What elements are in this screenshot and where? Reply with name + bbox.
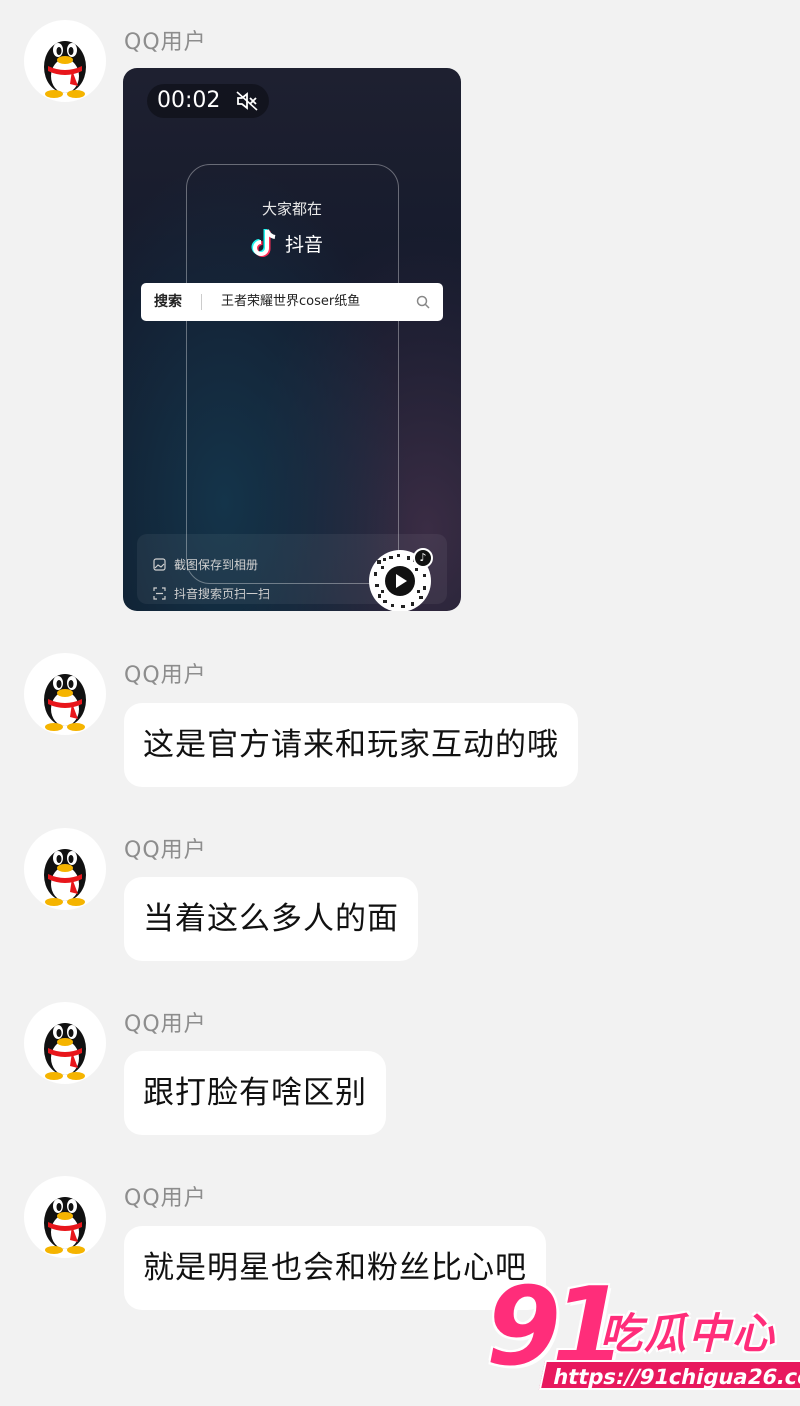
sender-name: QQ用户	[124, 1012, 207, 1037]
sender-name: QQ用户	[124, 838, 207, 863]
watermark-title: 吃瓜中心	[600, 1309, 777, 1358]
avatar[interactable]	[24, 828, 106, 910]
avatar[interactable]	[24, 1176, 106, 1258]
sender-name: QQ用户	[124, 1186, 207, 1211]
sender-name: QQ用户	[124, 663, 207, 688]
penguin-avatar-icon	[44, 674, 86, 731]
sender-name: QQ用户	[124, 30, 207, 55]
video-timer: 00:02	[147, 84, 269, 118]
message-bubble[interactable]: 这是官方请来和玩家互动的哦	[124, 703, 578, 787]
timer-text: 00:02	[157, 88, 221, 113]
douyin-name: 抖音	[285, 233, 324, 256]
hint-scan: 抖音搜索页扫一扫	[153, 585, 270, 602]
search-label: 搜索	[154, 294, 182, 310]
douyin-badge-icon: ♪	[413, 548, 433, 568]
message-bubble[interactable]: 当着这么多人的面	[124, 877, 418, 961]
search-divider	[201, 294, 202, 310]
watermark-url: https://91chigua26.com	[538, 1360, 800, 1390]
video-card[interactable]: 00:02 大家都在 抖音 搜索 王者荣耀世界coser纸鱼 截图保存到相册 抖…	[123, 68, 461, 611]
penguin-avatar-icon	[44, 41, 86, 98]
avatar[interactable]	[24, 1002, 106, 1084]
avatar[interactable]	[24, 20, 106, 102]
penguin-avatar-icon	[44, 1023, 86, 1080]
video-bottom-panel: 截图保存到相册 抖音搜索页扫一扫 ♪	[137, 534, 447, 611]
douyin-logo-icon	[251, 229, 276, 257]
hint-scan-text: 抖音搜索页扫一扫	[174, 587, 271, 601]
watermark-logo: 91 吃瓜中心 https://91chigua26.com	[480, 1270, 800, 1406]
play-icon[interactable]	[385, 566, 415, 596]
penguin-avatar-icon	[44, 1197, 86, 1254]
search-icon[interactable]	[416, 295, 430, 309]
image-icon	[153, 558, 166, 571]
hint-save-text: 截图保存到相册	[174, 558, 259, 572]
message-bubble[interactable]: 跟打脸有啥区别	[124, 1051, 386, 1135]
scan-icon	[153, 587, 166, 600]
search-query: 王者荣耀世界coser纸鱼	[221, 294, 361, 309]
hint-save: 截图保存到相册	[153, 556, 258, 573]
mute-icon[interactable]	[235, 91, 259, 111]
penguin-avatar-icon	[44, 849, 86, 906]
everyone-text: 大家都在	[261, 200, 322, 218]
douyin-brand: 抖音	[251, 226, 323, 260]
douyin-search-bar[interactable]: 搜索 王者荣耀世界coser纸鱼	[141, 283, 443, 321]
avatar[interactable]	[24, 653, 106, 735]
